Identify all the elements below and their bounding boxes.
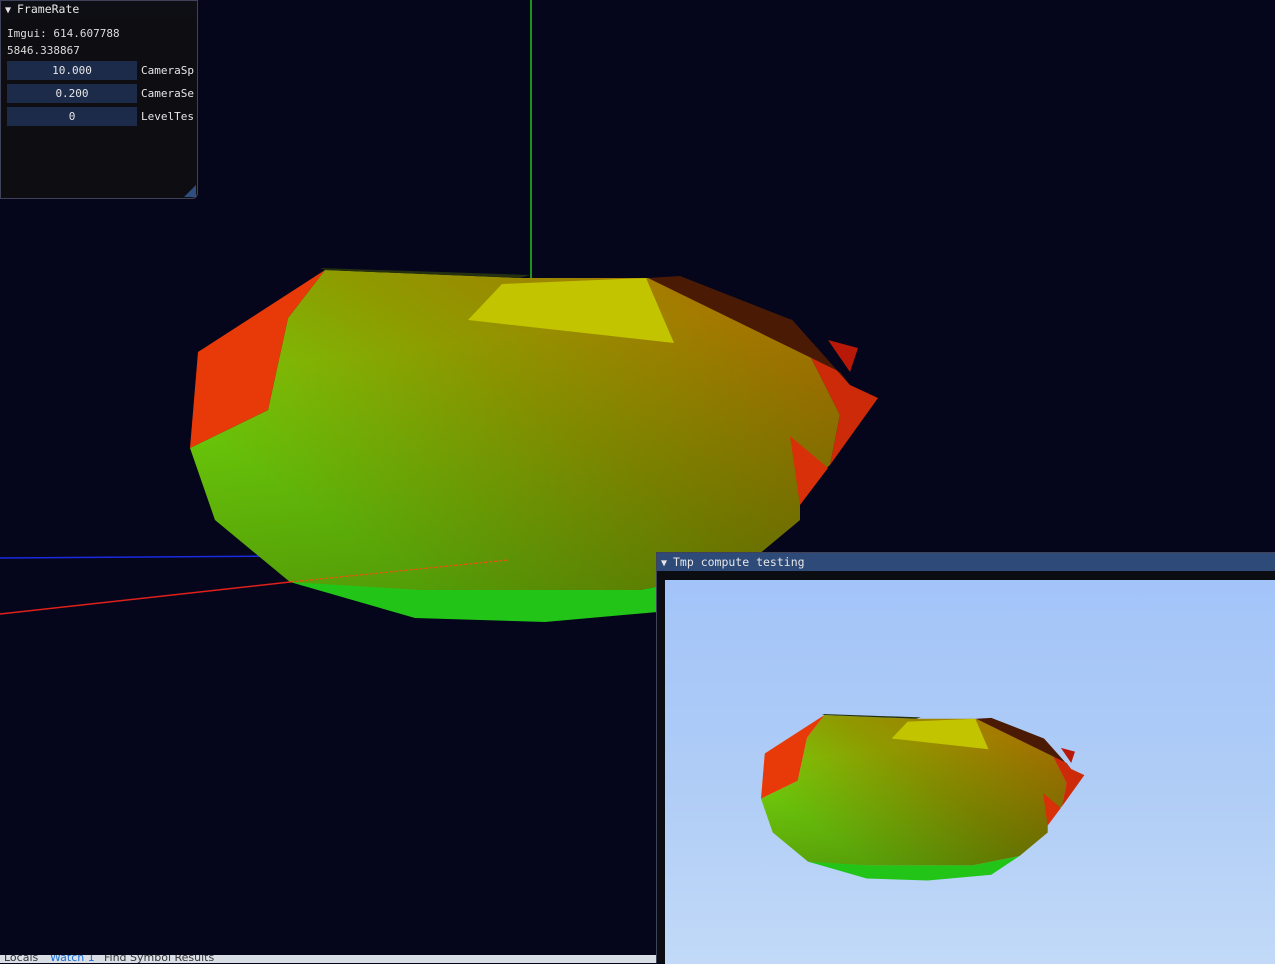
tab-watch-1[interactable]: Watch 1 — [50, 955, 95, 963]
framerate-titlebar[interactable]: ▼ FrameRate — [1, 1, 197, 18]
camera-sensitivity-row: 0.200 CameraSe — [7, 84, 237, 103]
triangle-down-icon[interactable]: ▼ — [5, 2, 17, 18]
app-fps-text: 5846.338867 — [7, 44, 80, 57]
compute-testing-window[interactable]: ▼ Tmp compute testing — [656, 552, 1275, 964]
level-test-label: LevelTes — [141, 110, 194, 123]
level-test-drag-field[interactable]: 0 — [7, 107, 137, 126]
camera-speed-row: 10.000 CameraSp — [7, 61, 237, 80]
ide-bottom-tab-strip: Locals Watch 1 Find Symbol Results — [0, 955, 656, 963]
framerate-title: FrameRate — [17, 2, 80, 16]
x-axis-line — [0, 581, 291, 615]
imgui-fps-text: Imgui: 614.607788 — [7, 27, 120, 40]
camera-sensitivity-label: CameraSe — [141, 87, 194, 100]
tab-locals[interactable]: Locals — [4, 955, 38, 963]
camera-sensitivity-drag-field[interactable]: 0.200 — [7, 84, 137, 103]
level-test-row: 0 LevelTes — [7, 107, 237, 126]
camera-speed-drag-field[interactable]: 10.000 — [7, 61, 137, 80]
compute-testing-titlebar[interactable]: ▼ Tmp compute testing — [657, 553, 1275, 571]
triangle-down-icon[interactable]: ▼ — [661, 555, 673, 571]
tab-find-symbol-results[interactable]: Find Symbol Results — [104, 955, 214, 963]
camera-speed-label: CameraSp — [141, 64, 194, 77]
z-axis-line — [0, 555, 286, 559]
rendered-mesh-image — [761, 714, 1085, 881]
resize-grip-icon[interactable] — [184, 185, 196, 197]
compute-render-image — [665, 580, 1275, 964]
compute-testing-title: Tmp compute testing — [673, 555, 805, 569]
framerate-window[interactable]: ▼ FrameRate Imgui: 614.607788 5846.338867… — [0, 0, 198, 199]
